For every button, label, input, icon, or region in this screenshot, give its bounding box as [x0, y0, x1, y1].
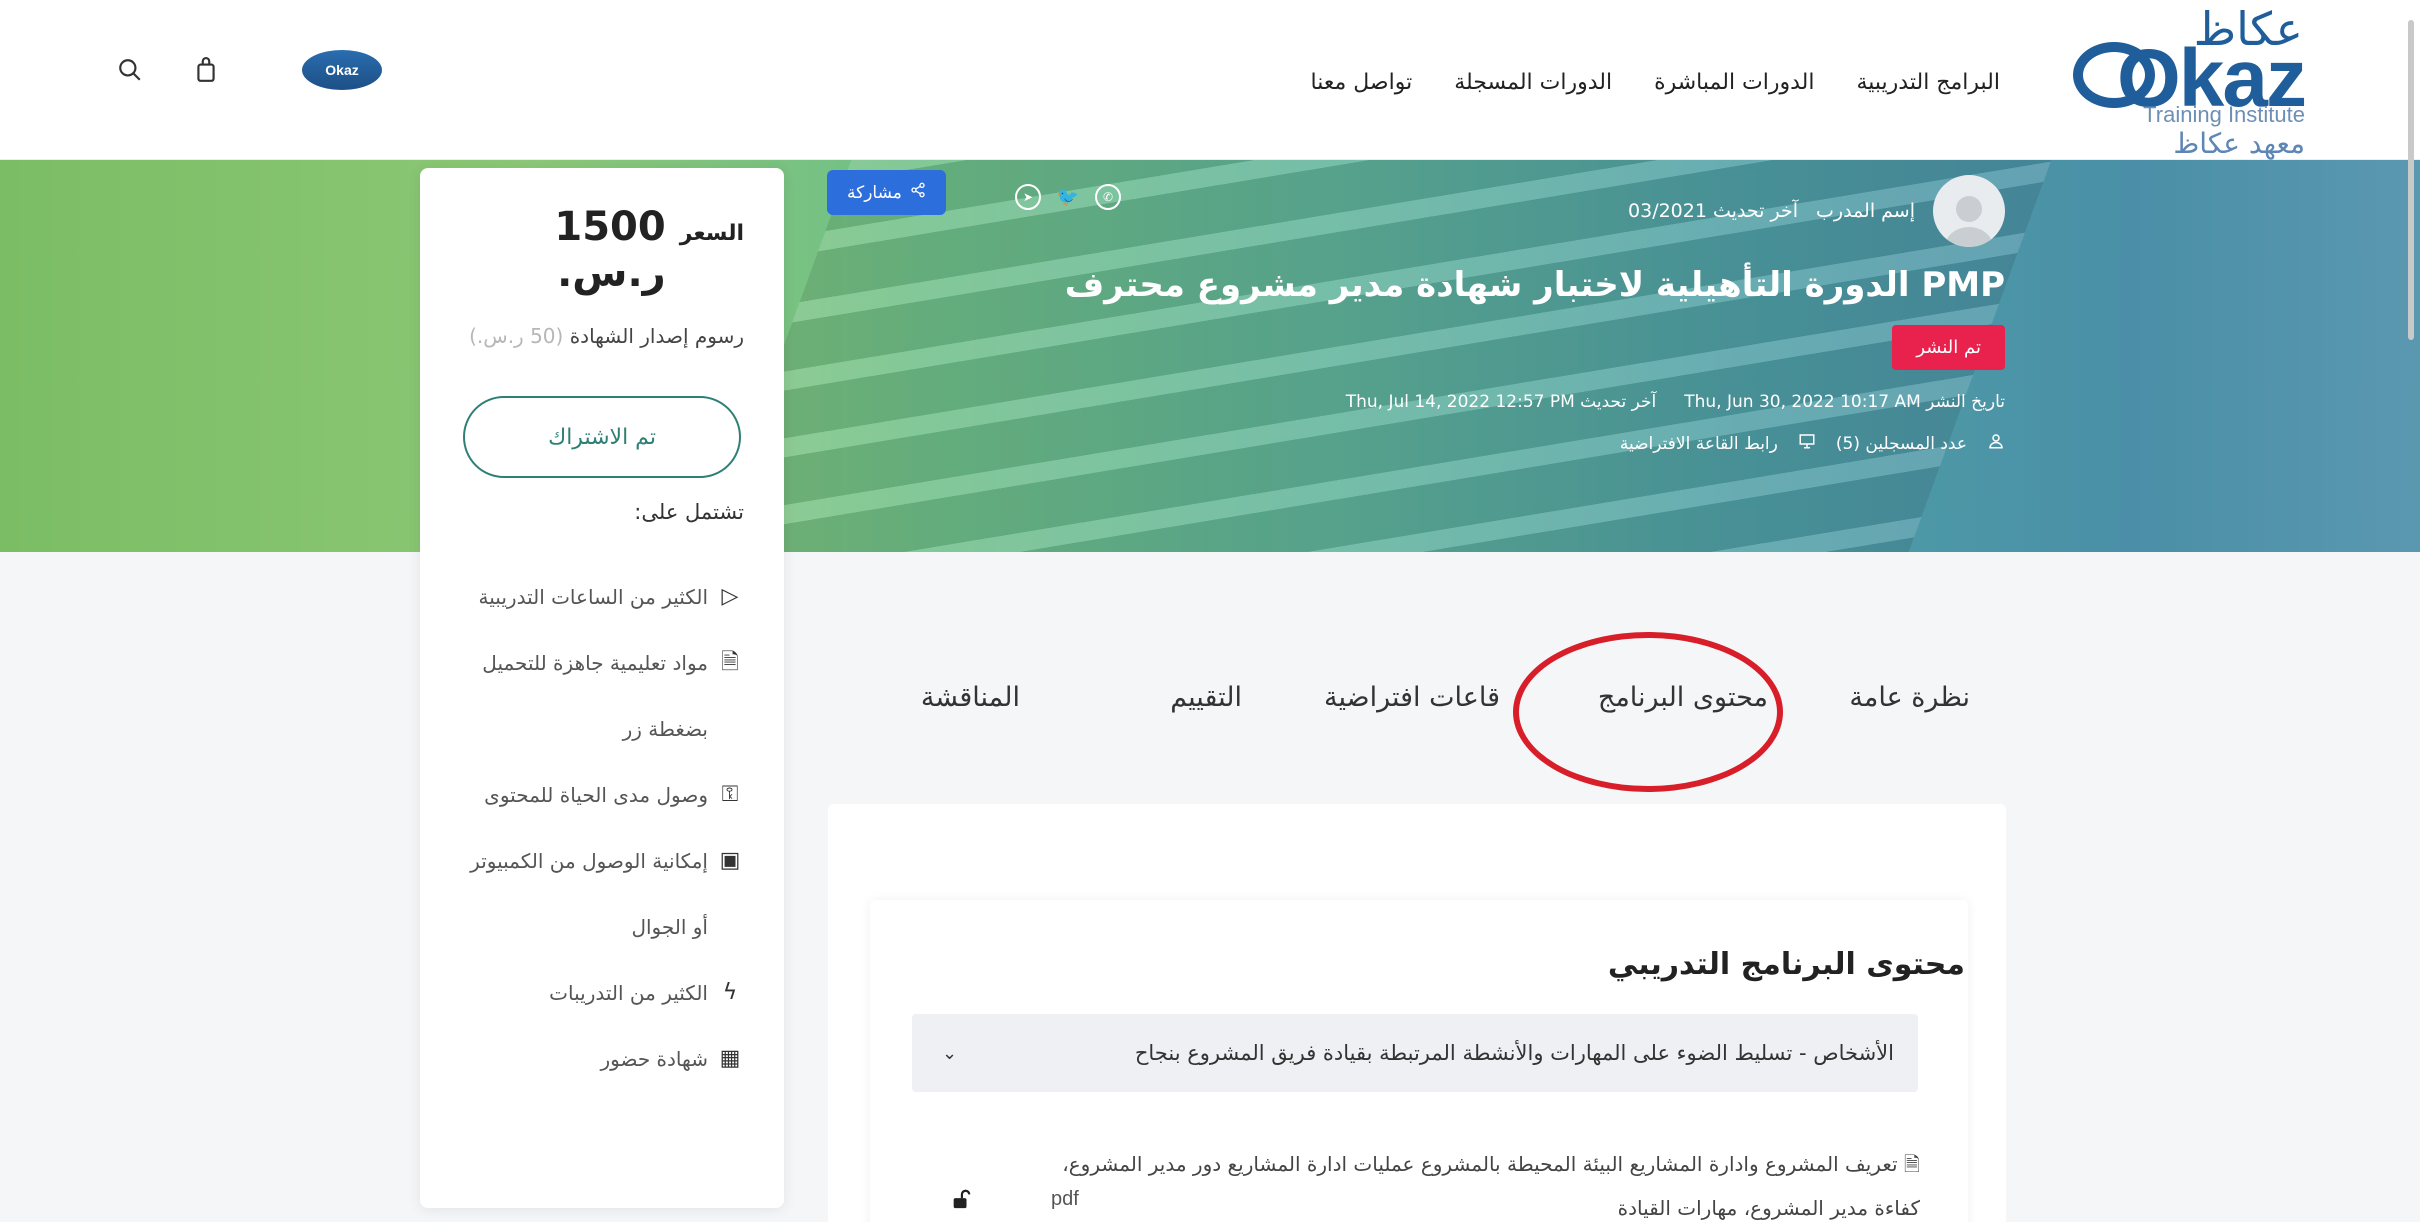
feature-item: 🗎 مواد تعليمية جاهزة للتحميل بضغطة زر [460, 630, 744, 762]
fee-label: رسوم إصدار الشهادة [569, 324, 744, 348]
active-tab-pointer [1632, 758, 1672, 778]
last-update-short: آخر تحديث 03/2021 [1628, 200, 1799, 222]
certificate-icon: ▦ [719, 1046, 741, 1071]
feature-text: شهادة حضور [600, 1047, 708, 1071]
twitter-icon[interactable]: 🐦 [1055, 184, 1081, 210]
accordion-label: الأشخاص - تسليط الضوء على المهارات والأن… [1134, 1041, 1894, 1065]
feature-text: الكثير من الساعات التدريبية [478, 585, 708, 609]
share-icon [910, 182, 926, 203]
site-logo[interactable]: عكاظ Okaz Training Institute معهد عكاظ ل… [2073, 2, 2325, 193]
course-dates: تاريخ النشر Thu, Jun 30, 2022 10:17 AM آ… [1346, 392, 2005, 412]
virtual-room-link[interactable]: رابط القاعة الافتراضية [1620, 434, 1778, 454]
price-row: السعر 1500 ر.س. [460, 204, 744, 296]
site-header: عكاظ Okaz Training Institute معهد عكاظ ل… [0, 0, 2420, 193]
course-title: PMP الدورة التأهيلية لاختبار شهادة مدير … [1064, 265, 2005, 305]
nav-training-programs[interactable]: البرامج التدريبية [1856, 70, 2000, 95]
share-label: مشاركة [847, 182, 902, 203]
feature-list: ▷ الكثير من الساعات التدريبية 🗎 مواد تعل… [460, 564, 744, 1092]
tab-discussion[interactable]: المناقشة [921, 682, 1020, 713]
nav-contact-us[interactable]: تواصل معنا [1311, 70, 1413, 95]
includes-label: تشتمل على: [634, 500, 744, 524]
price-value: 1500 ر.س. [554, 204, 666, 296]
course-tabs: نظرة عامة محتوى البرنامج قاعات افتراضية … [870, 682, 1970, 742]
document-icon: 🗎 [721, 650, 739, 675]
subscribed-button[interactable]: تم الاشتراك [463, 396, 741, 478]
main-nav: البرامج التدريبية الدورات المباشرة الدور… [1311, 70, 2000, 95]
social-share: ➤ 🐦 ✆ [1015, 184, 1121, 210]
document-icon: 🗎 [1897, 1152, 1920, 1176]
fee-value: (50 ر.س.) [469, 324, 564, 348]
curriculum-title: محتوى البرنامج التدريبي [1607, 947, 1965, 982]
trainer-avatar [1933, 175, 2005, 247]
cart-icon[interactable] [186, 50, 226, 90]
pricing-card: السعر 1500 ر.س. رسوم إصدار الشهادة (50 ر… [420, 168, 784, 1208]
presentation-icon [1798, 432, 1816, 455]
devices-icon: ▣ [719, 848, 741, 873]
feature-text: وصول مدى الحياة للمحتوى [484, 783, 708, 807]
feature-text: مواد تعليمية جاهزة للتحميل بضغطة زر [482, 651, 708, 741]
lesson-title: تعريف المشروع وادارة المشاريع البيئة الم… [1062, 1152, 1920, 1220]
header-actions: Okaz [110, 50, 382, 90]
play-icon: ▷ [721, 584, 739, 609]
feature-text: الكثير من التدريبات [549, 981, 708, 1005]
course-meta: عدد المسجلين (5) رابط القاعة الافتراضية [1620, 432, 2005, 455]
trainer-name[interactable]: إسم المدرب [1816, 200, 1915, 222]
lesson-type: pdf [1051, 1188, 1079, 1210]
user-icon [1987, 432, 2005, 455]
certificate-fee: رسوم إصدار الشهادة (50 ر.س.) [460, 324, 744, 348]
nav-live-courses[interactable]: الدورات المباشرة [1654, 70, 1814, 95]
lightning-icon: ϟ [722, 980, 738, 1005]
price-label: السعر [679, 221, 744, 246]
tab-overview[interactable]: نظرة عامة [1849, 682, 1970, 713]
whatsapp-icon[interactable]: ✆ [1095, 184, 1121, 210]
update-date: آخر تحديث Thu, Jul 14, 2022 12:57 PM [1345, 392, 1657, 412]
feature-item: ϟ الكثير من التدريبات [460, 960, 744, 1026]
key-icon: ⚿ [721, 782, 739, 807]
trainer-info: إسم المدرب آخر تحديث 03/2021 [1628, 175, 2005, 247]
nav-recorded-courses[interactable]: الدورات المسجلة [1454, 70, 1612, 95]
feature-item: ▦ شهادة حضور [460, 1026, 744, 1092]
page-scrollbar[interactable] [2408, 20, 2414, 340]
search-icon[interactable] [110, 50, 150, 90]
feature-item: ⚿ وصول مدى الحياة للمحتوى [460, 762, 744, 828]
feature-text: إمكانية الوصول من الكمبيوتر أو الجوال [470, 849, 708, 939]
telegram-icon[interactable]: ➤ [1015, 184, 1041, 210]
publish-date: تاريخ النشر Thu, Jun 30, 2022 10:17 AM [1684, 392, 2005, 412]
user-avatar-logo[interactable]: Okaz [302, 50, 382, 90]
feature-item: ▷ الكثير من الساعات التدريبية [460, 564, 744, 630]
status-badge: تم النشر [1892, 325, 2005, 370]
chevron-down-icon: ⌄ [942, 1042, 958, 1064]
curriculum-accordion[interactable]: الأشخاص - تسليط الضوء على المهارات والأن… [912, 1014, 1918, 1092]
course-hero: إسم المدرب آخر تحديث 03/2021 PMP الدورة … [0, 160, 2420, 552]
unlock-icon[interactable] [950, 1188, 972, 1215]
logo-subtitle: Training Institute [2143, 102, 2305, 127]
lesson-item[interactable]: 🗎 تعريف المشروع وادارة المشاريع البيئة ا… [1040, 1142, 1920, 1222]
share-button[interactable]: مشاركة [827, 170, 946, 215]
enrolled-count: عدد المسجلين (5) [1835, 433, 1967, 454]
feature-item: ▣ إمكانية الوصول من الكمبيوتر أو الجوال [460, 828, 744, 960]
tab-rating[interactable]: التقييم [1170, 682, 1242, 713]
tab-virtual-rooms[interactable]: قاعات افتراضية [1324, 682, 1500, 713]
